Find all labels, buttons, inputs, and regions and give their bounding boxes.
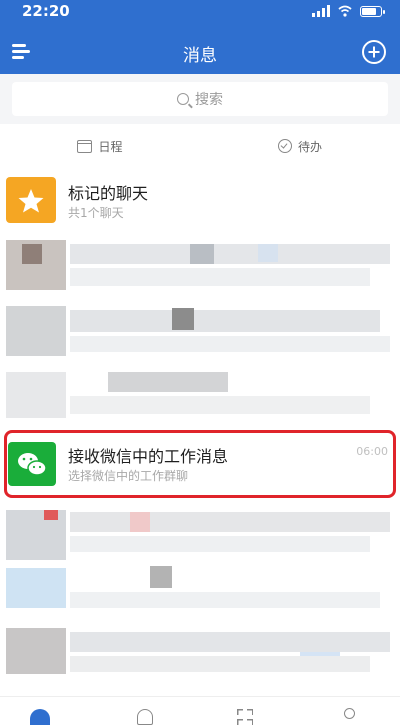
chat-subtitle: 共1个聊天 [68, 206, 124, 220]
blurred-pixel [258, 244, 278, 262]
blurred-title [108, 372, 228, 392]
message-tab-icon [30, 709, 50, 725]
starred-avatar [6, 177, 56, 223]
blurred-subtitle [70, 656, 370, 672]
search-icon [177, 93, 189, 105]
star-icon [18, 189, 44, 213]
add-icon[interactable] [362, 40, 386, 64]
calendar-icon [77, 139, 93, 153]
app-header: 22:20 消息 [0, 0, 400, 74]
highlight-frame [4, 430, 396, 498]
tab-messages[interactable] [10, 697, 70, 725]
search-placeholder: 搜索 [195, 92, 223, 108]
todo-button[interactable]: 待办 [200, 124, 400, 168]
status-time: 22:20 [22, 2, 70, 20]
battery-icon [360, 5, 385, 17]
blurred-avatar [6, 306, 66, 356]
blurred-title [70, 512, 390, 532]
tab-contacts[interactable] [115, 697, 175, 725]
profile-tab-icon [344, 708, 355, 719]
page-title: 消息 [183, 46, 217, 66]
blurred-pixel [44, 510, 58, 520]
search-area: 搜索 [0, 74, 400, 124]
blurred-pixel [150, 566, 172, 588]
signal-icon [312, 5, 330, 17]
blurred-pixel [190, 244, 214, 264]
blurred-subtitle [70, 592, 380, 608]
search-input[interactable]: 搜索 [12, 82, 388, 116]
contacts-tab-icon [137, 709, 153, 725]
status-icons [312, 5, 385, 17]
bottom-tab-bar [0, 696, 400, 725]
blurred-avatar [6, 568, 66, 608]
chat-title: 标记的聊天 [68, 184, 149, 203]
wifi-icon [338, 5, 352, 17]
blurred-pixel [130, 512, 150, 532]
schedule-button[interactable]: 日程 [0, 124, 200, 168]
status-bar: 22:20 [0, 0, 400, 24]
quick-actions: 日程 待办 [0, 124, 400, 168]
blurred-title [70, 244, 390, 264]
schedule-label: 日程 [98, 139, 123, 154]
tab-me[interactable] [318, 697, 378, 725]
todo-label: 待办 [297, 139, 322, 154]
blurred-subtitle [70, 396, 370, 414]
blurred-pixel [22, 244, 42, 264]
nav-bar: 消息 [0, 30, 400, 74]
blurred-subtitle [70, 336, 390, 352]
blurred-pixel [172, 308, 194, 330]
blurred-avatar [6, 628, 66, 674]
apps-grid-icon [237, 709, 253, 725]
blurred-title [70, 632, 390, 652]
blurred-subtitle [70, 268, 370, 286]
starred-chats-item[interactable]: 标记的聊天 共1个聊天 [0, 168, 400, 234]
todo-check-icon [277, 139, 292, 153]
blurred-avatar [6, 372, 66, 418]
blurred-title [70, 310, 380, 332]
tab-workbench[interactable] [215, 697, 275, 725]
blurred-subtitle [70, 536, 370, 552]
